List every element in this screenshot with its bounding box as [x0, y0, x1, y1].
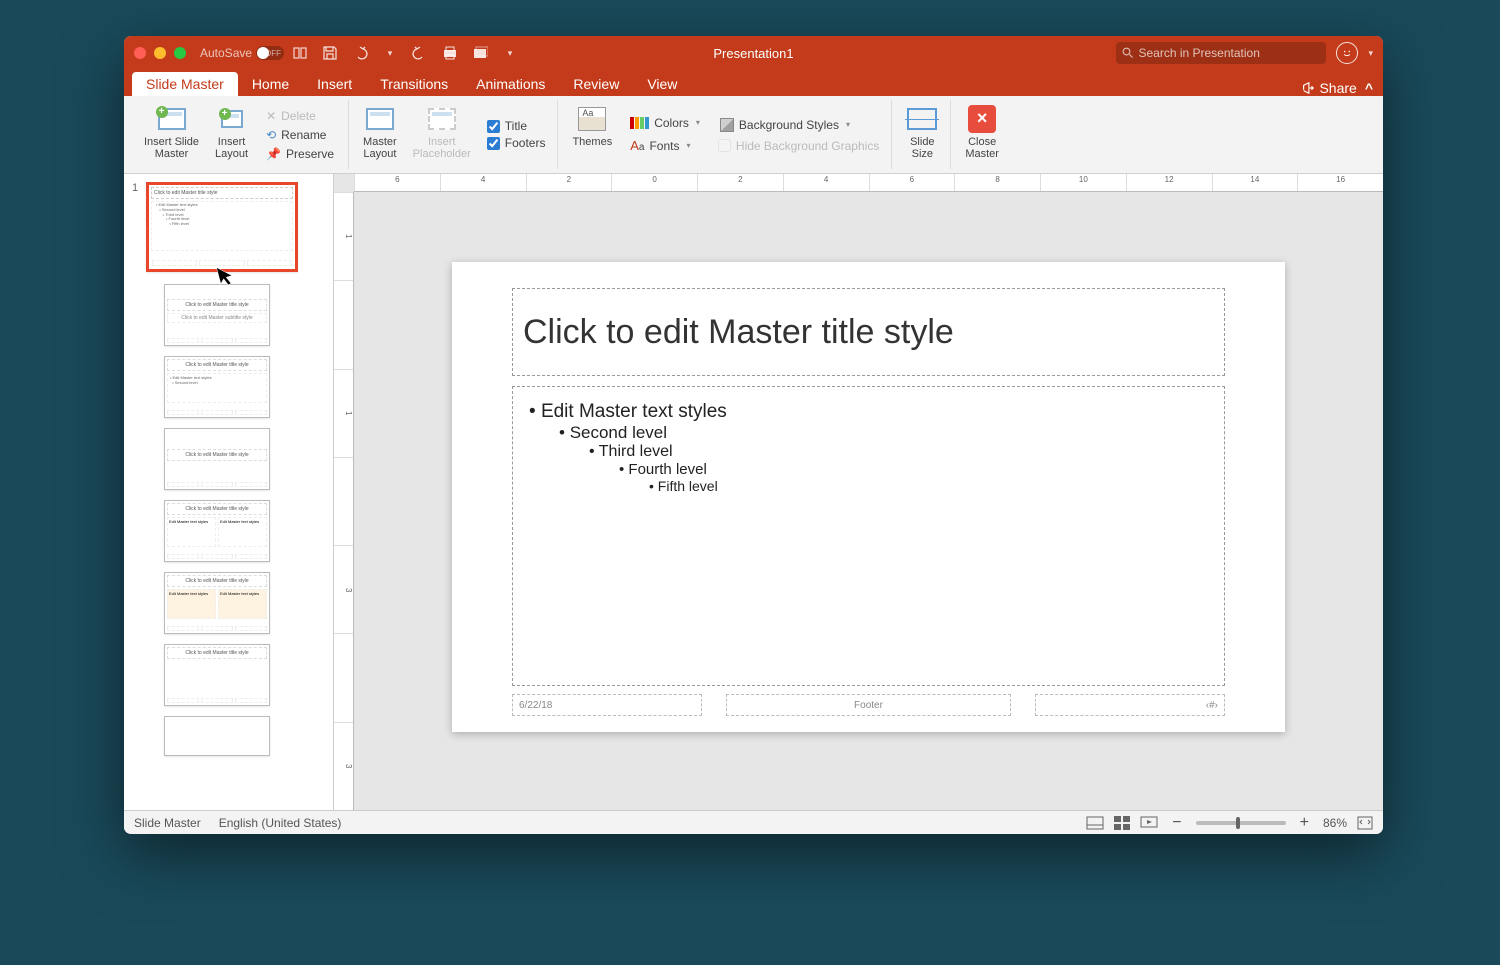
rename-icon: ⟲: [266, 128, 276, 142]
tab-transitions[interactable]: Transitions: [366, 72, 462, 96]
preserve-icon: 📌: [266, 147, 281, 161]
footer-placeholder[interactable]: Footer: [726, 694, 1011, 716]
background-styles-button[interactable]: Background Styles▾: [718, 117, 879, 133]
insert-slide-master-button[interactable]: + Insert Slide Master: [140, 102, 203, 162]
thumbnail-panel[interactable]: 1 Click to edit Master title style • Edi…: [124, 174, 334, 810]
title-checkbox[interactable]: Title: [487, 119, 546, 133]
ribbon-tabs: Slide Master Home Insert Transitions Ani…: [124, 70, 1383, 96]
colors-button[interactable]: Colors▾: [628, 115, 702, 131]
tab-slide-master[interactable]: Slide Master: [132, 72, 238, 96]
vertical-ruler: 1 1 3 3: [334, 192, 354, 810]
window: AutoSave OFF ▾ ▾ Presentation1 Search in…: [124, 36, 1383, 834]
feedback-icon[interactable]: [1336, 42, 1358, 64]
themes-button[interactable]: Themes: [568, 102, 616, 150]
window-controls: [134, 47, 186, 59]
home-icon[interactable]: [292, 45, 308, 61]
slide-canvas[interactable]: Click to edit Master title style Edit Ma…: [354, 192, 1383, 810]
close-icon: ×: [968, 105, 996, 133]
tab-animations[interactable]: Animations: [462, 72, 559, 96]
slide-number-placeholder[interactable]: ‹#›: [1035, 694, 1225, 716]
title-bar: AutoSave OFF ▾ ▾ Presentation1 Search in…: [124, 36, 1383, 70]
normal-view-icon[interactable]: [1114, 816, 1130, 830]
master-layout-button[interactable]: Master Layout: [359, 102, 401, 162]
delete-button[interactable]: ✕Delete: [264, 108, 336, 124]
tab-insert[interactable]: Insert: [303, 72, 366, 96]
print-icon[interactable]: [442, 45, 458, 61]
autosave-label: AutoSave: [200, 46, 252, 60]
fonts-icon: Aa: [630, 138, 644, 154]
zoom-out-button[interactable]: −: [1168, 814, 1185, 832]
title-placeholder[interactable]: Click to edit Master title style: [512, 288, 1225, 376]
layout-thumbnail[interactable]: Click to edit Master title style Click t…: [164, 284, 270, 346]
zoom-slider[interactable]: [1196, 821, 1286, 825]
quick-access-toolbar: ▾ ▾: [292, 45, 518, 61]
close-master-button[interactable]: × Close Master: [961, 102, 1003, 162]
share-button[interactable]: Share: [1301, 80, 1356, 96]
status-language[interactable]: English (United States): [219, 816, 342, 830]
rename-button[interactable]: ⟲Rename: [264, 127, 336, 143]
undo-icon[interactable]: [352, 45, 368, 61]
canvas-area: 6 4 2 0 2 4 6 8 10 12 14 16 1 1 3 3: [334, 174, 1383, 810]
master-thumb-number: 1: [132, 182, 142, 194]
zoom-in-button[interactable]: +: [1296, 814, 1313, 832]
status-view[interactable]: Slide Master: [134, 816, 201, 830]
qat-customize-icon[interactable]: ▾: [502, 45, 518, 61]
minimize-window-icon[interactable]: [154, 47, 166, 59]
hide-background-checkbox[interactable]: Hide Background Graphics: [718, 139, 879, 153]
layout-thumbnail[interactable]: Click to edit Master title style: [164, 644, 270, 706]
slide-size-button[interactable]: Slide Size: [902, 102, 942, 162]
layout-thumbnail[interactable]: Click to edit Master title style • Edit …: [164, 356, 270, 418]
footers-checkbox[interactable]: Footers: [487, 136, 546, 150]
tab-review[interactable]: Review: [559, 72, 633, 96]
tab-view[interactable]: View: [633, 72, 691, 96]
save-icon[interactable]: [322, 45, 338, 61]
close-window-icon[interactable]: [134, 47, 146, 59]
layout-thumbnail[interactable]: Click to edit Master title style Edit Ma…: [164, 500, 270, 562]
document-title: Presentation1: [713, 46, 793, 61]
body-placeholder[interactable]: Edit Master text styles Second level Thi…: [512, 386, 1225, 686]
delete-icon: ✕: [266, 109, 276, 123]
work-area: 1 Click to edit Master title style • Edi…: [124, 174, 1383, 810]
fonts-button[interactable]: Aa Fonts▾: [628, 137, 702, 155]
layout-thumbnail[interactable]: [164, 716, 270, 756]
search-input[interactable]: Search in Presentation: [1116, 42, 1326, 64]
colors-icon: [630, 117, 649, 129]
redo-icon[interactable]: [412, 45, 428, 61]
search-placeholder: Search in Presentation: [1138, 46, 1259, 60]
preserve-button[interactable]: 📌Preserve: [264, 146, 336, 162]
title-bar-right: Search in Presentation ▾: [1116, 42, 1373, 64]
slide-master[interactable]: Click to edit Master title style Edit Ma…: [452, 262, 1285, 732]
undo-dropdown-icon[interactable]: ▾: [382, 45, 398, 61]
layout-thumbnail[interactable]: Click to edit Master title style Edit Ma…: [164, 572, 270, 634]
background-icon: [720, 118, 734, 132]
collapse-ribbon-icon[interactable]: ^: [1365, 80, 1373, 96]
insert-layout-button[interactable]: + Insert Layout: [211, 102, 252, 162]
notes-button[interactable]: [1086, 816, 1104, 830]
tab-home[interactable]: Home: [238, 72, 303, 96]
fit-to-window-icon[interactable]: [1357, 816, 1373, 830]
ribbon: + Insert Slide Master + Insert Layout ✕D…: [124, 96, 1383, 174]
layout-thumbnail[interactable]: Click to edit Master title style: [164, 428, 270, 490]
status-bar: Slide Master English (United States) − +…: [124, 810, 1383, 834]
slides-icon[interactable]: [472, 45, 488, 61]
autosave-toggle[interactable]: AutoSave OFF: [200, 46, 284, 60]
master-thumbnail[interactable]: Click to edit Master title style • Edit …: [146, 182, 298, 272]
slideshow-icon[interactable]: [1140, 816, 1158, 830]
insert-placeholder-button[interactable]: Insert Placeholder: [409, 102, 475, 162]
horizontal-ruler: 6 4 2 0 2 4 6 8 10 12 14 16: [354, 174, 1383, 192]
date-placeholder[interactable]: 6/22/18: [512, 694, 702, 716]
zoom-level[interactable]: 86%: [1323, 816, 1347, 830]
account-dropdown-icon[interactable]: ▾: [1368, 48, 1373, 59]
maximize-window-icon[interactable]: [174, 47, 186, 59]
